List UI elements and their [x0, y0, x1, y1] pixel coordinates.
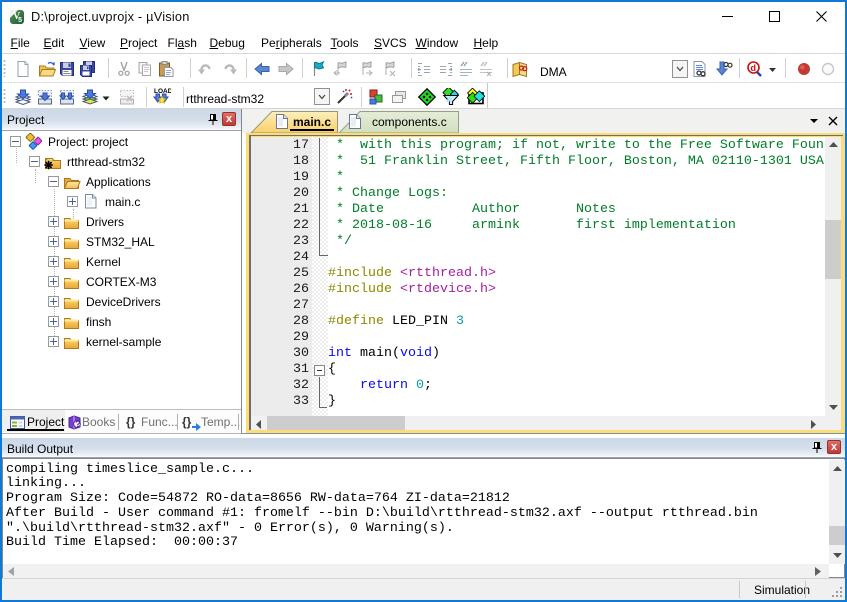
- svg-text:❋: ❋: [44, 160, 53, 170]
- svg-text:d: d: [751, 63, 757, 73]
- svg-text:?: ?: [75, 419, 81, 429]
